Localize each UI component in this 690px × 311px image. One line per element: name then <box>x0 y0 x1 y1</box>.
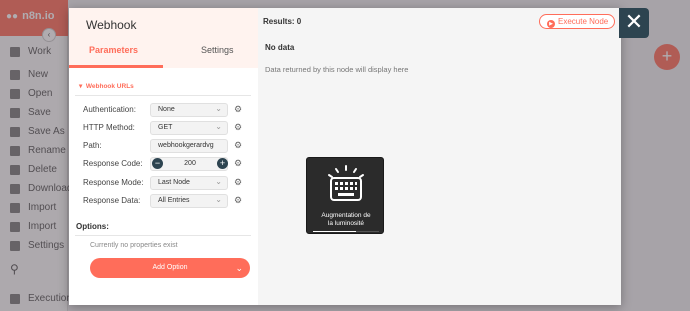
divider <box>75 95 251 96</box>
results-count: Results: 0 <box>263 17 302 26</box>
tab-parameters[interactable]: Parameters <box>89 45 138 55</box>
param-label: HTTP Method: <box>83 123 135 132</box>
brightness-level-bar <box>313 231 379 232</box>
add-option-button[interactable]: Add Option ⌄ <box>90 258 250 278</box>
response-mode-select[interactable]: Last Node ⌄ <box>150 176 228 190</box>
close-modal-button[interactable]: ✕ <box>619 8 649 38</box>
brightness-level-fill <box>313 231 356 232</box>
authentication-select[interactable]: None ⌄ <box>150 103 228 117</box>
parameters-panel: Webhook Parameters Settings ▾ Webhook UR… <box>69 8 258 305</box>
gear-icon[interactable]: ⚙ <box>234 122 242 133</box>
close-icon: ✕ <box>624 9 644 34</box>
chevron-down-icon: ⌄ <box>215 104 222 113</box>
gear-icon[interactable]: ⚙ <box>234 104 242 115</box>
osd-label: Augmentation de la luminosité <box>321 212 371 227</box>
gear-icon[interactable]: ⚙ <box>234 158 242 169</box>
options-heading: Options: <box>76 222 109 231</box>
play-icon: ▶ <box>547 20 555 28</box>
param-label: Response Code: <box>83 159 143 168</box>
no-data-title: No data <box>265 43 295 52</box>
node-title[interactable]: Webhook <box>86 18 136 32</box>
chevron-down-icon: ⌄ <box>215 195 222 204</box>
param-http-method: HTTP Method: GET ⌄ ⚙ <box>83 121 253 135</box>
param-authentication: Authentication: None ⌄ ⚙ <box>83 103 253 117</box>
divider <box>75 235 251 236</box>
no-data-description: Data returned by this node will display … <box>265 65 409 74</box>
node-header: Webhook Parameters Settings <box>69 8 258 68</box>
param-path: Path: webhookgerardvg ⚙ <box>83 139 253 153</box>
gear-icon[interactable]: ⚙ <box>234 140 242 151</box>
response-data-select[interactable]: All Entries ⌄ <box>150 194 228 208</box>
decrement-button[interactable]: − <box>152 158 163 169</box>
param-label: Path: <box>83 141 102 150</box>
http-method-select[interactable]: GET ⌄ <box>150 121 228 135</box>
gear-icon[interactable]: ⚙ <box>234 177 242 188</box>
gear-icon[interactable]: ⚙ <box>234 195 242 206</box>
execute-node-button[interactable]: ▶ Execute Node <box>539 14 615 29</box>
active-tab-indicator <box>69 65 163 68</box>
chevron-down-icon: ⌄ <box>215 122 222 131</box>
increment-button[interactable]: + <box>217 158 228 169</box>
webhook-urls-toggle[interactable]: ▾ Webhook URLs <box>79 82 134 90</box>
param-response-mode: Response Mode: Last Node ⌄ ⚙ <box>83 176 253 190</box>
param-response-data: Response Data: All Entries ⌄ ⚙ <box>83 194 253 208</box>
chevron-down-icon: ⌄ <box>215 177 222 186</box>
brightness-osd: Augmentation de la luminosité <box>306 157 384 234</box>
param-label: Response Data: <box>83 196 141 205</box>
param-response-code: Response Code: 200 − + ⚙ <box>83 157 253 171</box>
param-label: Response Mode: <box>83 178 144 187</box>
tab-settings[interactable]: Settings <box>201 45 234 55</box>
chevron-down-icon: ⌄ <box>235 263 243 273</box>
path-input[interactable]: webhookgerardvg <box>150 139 228 153</box>
param-label: Authentication: <box>83 105 136 114</box>
no-properties-text: Currently no properties exist <box>90 242 178 249</box>
keyboard-backlight-icon <box>328 165 364 201</box>
